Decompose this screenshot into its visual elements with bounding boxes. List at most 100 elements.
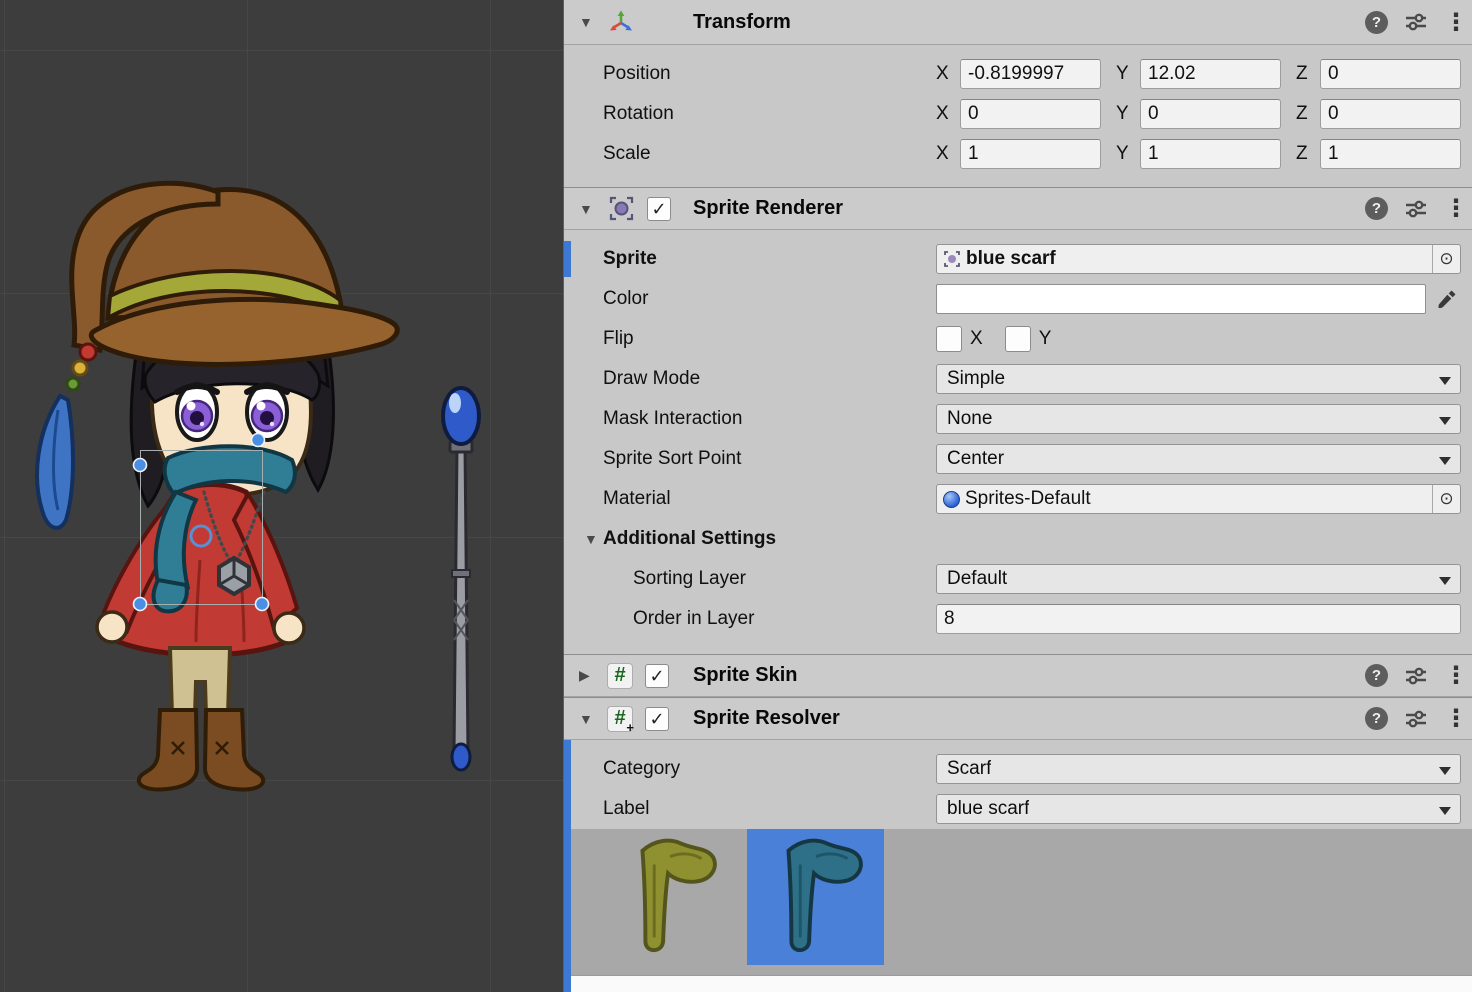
- property-label: Position: [564, 63, 936, 85]
- sorting-layer-value: Default: [947, 568, 1007, 590]
- character-left-hand: [97, 612, 127, 642]
- component-title: Transform: [693, 11, 791, 34]
- axis-label-x: X: [936, 143, 960, 165]
- property-label: Draw Mode: [564, 368, 936, 390]
- sorting-layer-row: Sorting Layer Default: [564, 559, 1472, 599]
- component-title: Sprite Skin: [693, 664, 797, 687]
- property-label: Sprite: [564, 248, 936, 270]
- kebab-menu-icon[interactable]: [1444, 704, 1458, 733]
- sorting-layer-dropdown[interactable]: Default: [936, 564, 1461, 594]
- object-picker-icon[interactable]: [1432, 245, 1460, 273]
- order-in-layer-input[interactable]: [936, 604, 1461, 634]
- property-label: Sorting Layer: [564, 568, 936, 590]
- help-icon[interactable]: [1365, 11, 1388, 34]
- mask-interaction-dropdown[interactable]: None: [936, 404, 1461, 434]
- flip-y-checkbox[interactable]: [1005, 326, 1031, 352]
- mask-interaction-value: None: [947, 408, 992, 430]
- eyedropper-icon[interactable]: [1431, 284, 1461, 314]
- sprite-renderer-body: Sprite blue scarf Colo: [564, 230, 1472, 654]
- axis-label-z: Z: [1296, 143, 1320, 165]
- category-dropdown[interactable]: Scarf: [936, 754, 1461, 784]
- blue-scarf-image: [764, 835, 868, 959]
- material-object-name: Sprites-Default: [960, 488, 1432, 510]
- foldout-down-icon[interactable]: [579, 201, 597, 217]
- position-x-input[interactable]: [960, 59, 1101, 89]
- position-z-input[interactable]: [1320, 59, 1461, 89]
- sprite-thumbnail-green-scarf[interactable]: [601, 829, 738, 965]
- scene-view[interactable]: [0, 0, 563, 992]
- sprite-skin-header[interactable]: Sprite Skin: [564, 654, 1472, 697]
- sprite-resolver-icon: [607, 706, 633, 732]
- sprite-thumbnail-blue-scarf[interactable]: [747, 829, 884, 965]
- preset-icon[interactable]: [1404, 707, 1428, 731]
- material-row: Material Sprites-Default: [564, 479, 1472, 519]
- kebab-menu-icon[interactable]: [1444, 661, 1458, 690]
- property-label: Rotation: [564, 103, 936, 125]
- axis-label-y: Y: [1116, 63, 1140, 85]
- property-label: Scale: [564, 143, 936, 165]
- position-y-input[interactable]: [1140, 59, 1281, 89]
- axis-label-y: Y: [1116, 143, 1140, 165]
- axis-label-x: X: [936, 103, 960, 125]
- rotation-x-input[interactable]: [960, 99, 1101, 129]
- thumbnail-scrollbar[interactable]: [564, 975, 1472, 992]
- component-enabled-checkbox[interactable]: [647, 197, 671, 221]
- property-label: Label: [564, 798, 936, 820]
- object-picker-icon[interactable]: [1432, 485, 1460, 513]
- label-value: blue scarf: [947, 798, 1029, 820]
- draw-mode-dropdown[interactable]: Simple: [936, 364, 1461, 394]
- axis-label-y: Y: [1116, 103, 1140, 125]
- foldout-down-icon[interactable]: [579, 14, 597, 30]
- component-title: Sprite Resolver: [693, 707, 840, 730]
- kebab-menu-icon[interactable]: [1444, 8, 1458, 37]
- green-scarf-image: [618, 835, 722, 959]
- component-title: Sprite Renderer: [693, 197, 843, 220]
- label-dropdown[interactable]: blue scarf: [936, 794, 1461, 824]
- color-swatch[interactable]: [936, 284, 1426, 314]
- sprite-object-field[interactable]: blue scarf: [936, 244, 1461, 274]
- rotation-z-input[interactable]: [1320, 99, 1461, 129]
- rotation-y-input[interactable]: [1140, 99, 1281, 129]
- help-icon[interactable]: [1365, 707, 1388, 730]
- sprite-renderer-icon: [607, 195, 635, 223]
- axis-label-z: Z: [1296, 103, 1320, 125]
- material-object-field[interactable]: Sprites-Default: [936, 484, 1461, 514]
- component-enabled-checkbox[interactable]: [645, 707, 669, 731]
- component-enabled-checkbox[interactable]: [645, 664, 669, 688]
- transform-icon: [607, 8, 635, 36]
- order-in-layer-row: Order in Layer: [564, 599, 1472, 639]
- property-label: Mask Interaction: [564, 408, 936, 430]
- preset-icon[interactable]: [1404, 197, 1428, 221]
- foldout-down-icon[interactable]: [584, 531, 603, 547]
- property-label: Sprite Sort Point: [564, 448, 936, 470]
- axis-label-x: X: [936, 63, 960, 85]
- label-row: Label blue scarf: [564, 789, 1472, 829]
- category-row: Category Scarf: [564, 749, 1472, 789]
- color-row: Color: [564, 279, 1472, 319]
- help-icon[interactable]: [1365, 664, 1388, 687]
- scale-y-input[interactable]: [1140, 139, 1281, 169]
- sprite-resolver-body: Category Scarf Label blue scarf: [564, 740, 1472, 992]
- scale-x-input[interactable]: [960, 139, 1101, 169]
- sprite-asset-icon: [943, 250, 961, 268]
- sprite-resolver-header[interactable]: Sprite Resolver: [564, 697, 1472, 740]
- help-icon[interactable]: [1365, 197, 1388, 220]
- sprite-sort-point-dropdown[interactable]: Center: [936, 444, 1461, 474]
- preset-icon[interactable]: [1404, 664, 1428, 688]
- rotation-row: Rotation X Y Z: [564, 94, 1472, 134]
- scale-z-input[interactable]: [1320, 139, 1461, 169]
- sprite-sort-point-value: Center: [947, 448, 1004, 470]
- foldout-right-icon[interactable]: [579, 667, 597, 684]
- property-label: Order in Layer: [564, 608, 936, 630]
- foldout-down-icon[interactable]: [579, 711, 597, 727]
- kebab-menu-icon[interactable]: [1444, 194, 1458, 223]
- scene-background: [0, 0, 563, 992]
- sprite-renderer-header[interactable]: Sprite Renderer: [564, 187, 1472, 230]
- preset-icon[interactable]: [1404, 10, 1428, 34]
- additional-settings-foldout[interactable]: Additional Settings: [564, 519, 1472, 559]
- draw-mode-value: Simple: [947, 368, 1005, 390]
- prefab-override-indicator: [564, 241, 571, 277]
- scene-canvas[interactable]: [0, 0, 563, 992]
- transform-header[interactable]: Transform: [564, 0, 1472, 45]
- flip-x-checkbox[interactable]: [936, 326, 962, 352]
